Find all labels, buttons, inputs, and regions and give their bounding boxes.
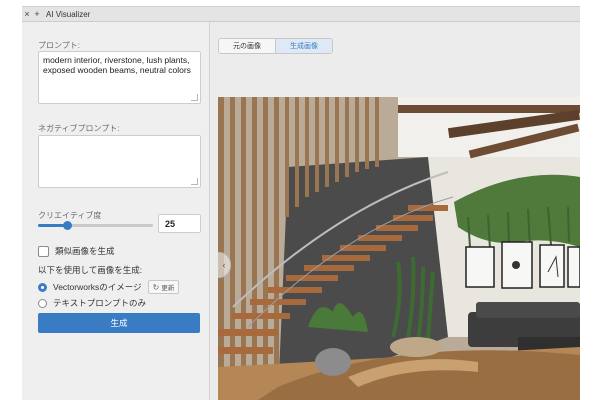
slider-thumb[interactable] [62,221,72,230]
tab-original-image[interactable]: 元の画像 [219,39,275,53]
source-option-vectorworks[interactable]: Vectorworksのイメージ ↻ 更新 [38,280,180,294]
resize-grip-icon[interactable] [191,94,198,101]
creativity-value-input[interactable]: 25 [158,214,201,233]
preview-panel: 元の画像 生成画像 ‹ [210,22,580,400]
refresh-button[interactable]: ↻ 更新 [147,280,180,294]
negative-prompt-label: ネガティブプロンプト: [38,124,120,133]
similar-images-label: 類似画像を生成 [55,246,115,256]
similar-images-checkbox[interactable] [38,245,49,257]
view-tabs: 元の画像 生成画像 [218,38,333,54]
source-label: 以下を使用して画像を生成: [38,265,143,275]
settings-panel: プロンプト: modern interior, riverstone, lush… [22,22,209,400]
source-option-label: テキストプロンプトのみ [53,298,146,308]
prompt-textarea[interactable]: modern interior, riverstone, lush plants… [38,51,201,104]
prompt-label: プロンプト: [38,41,80,50]
chevron-left-icon: ‹ [222,260,226,270]
refresh-icon: ↻ [152,282,160,292]
radio-unselected[interactable] [38,298,47,308]
creativity-slider[interactable] [38,221,153,230]
generate-button[interactable]: 生成 [38,313,200,333]
generated-image: ‹ [218,97,580,400]
interior-render-image [218,97,580,400]
negative-prompt-textarea[interactable] [38,135,201,188]
prompt-text: modern interior, riverstone, lush plants… [43,55,191,75]
window-title: AI Visualizer [46,9,91,19]
resize-grip-icon[interactable] [191,178,198,185]
close-icon[interactable]: × [22,9,32,19]
similar-images-option[interactable]: 類似画像を生成 [38,245,115,257]
refresh-label: 更新 [161,285,175,292]
ai-visualizer-window: × + AI Visualizer プロンプト: modern interior… [22,6,580,400]
radio-selected[interactable] [38,282,47,292]
tab-generated-image[interactable]: 生成画像 [275,39,332,53]
source-option-text-only[interactable]: テキストプロンプトのみ [38,297,146,309]
source-option-label: Vectorworksのイメージ [53,282,142,292]
title-bar: × + AI Visualizer [22,7,580,22]
add-icon[interactable]: + [32,9,42,19]
creativity-label: クリエイティブ度 [38,211,102,220]
